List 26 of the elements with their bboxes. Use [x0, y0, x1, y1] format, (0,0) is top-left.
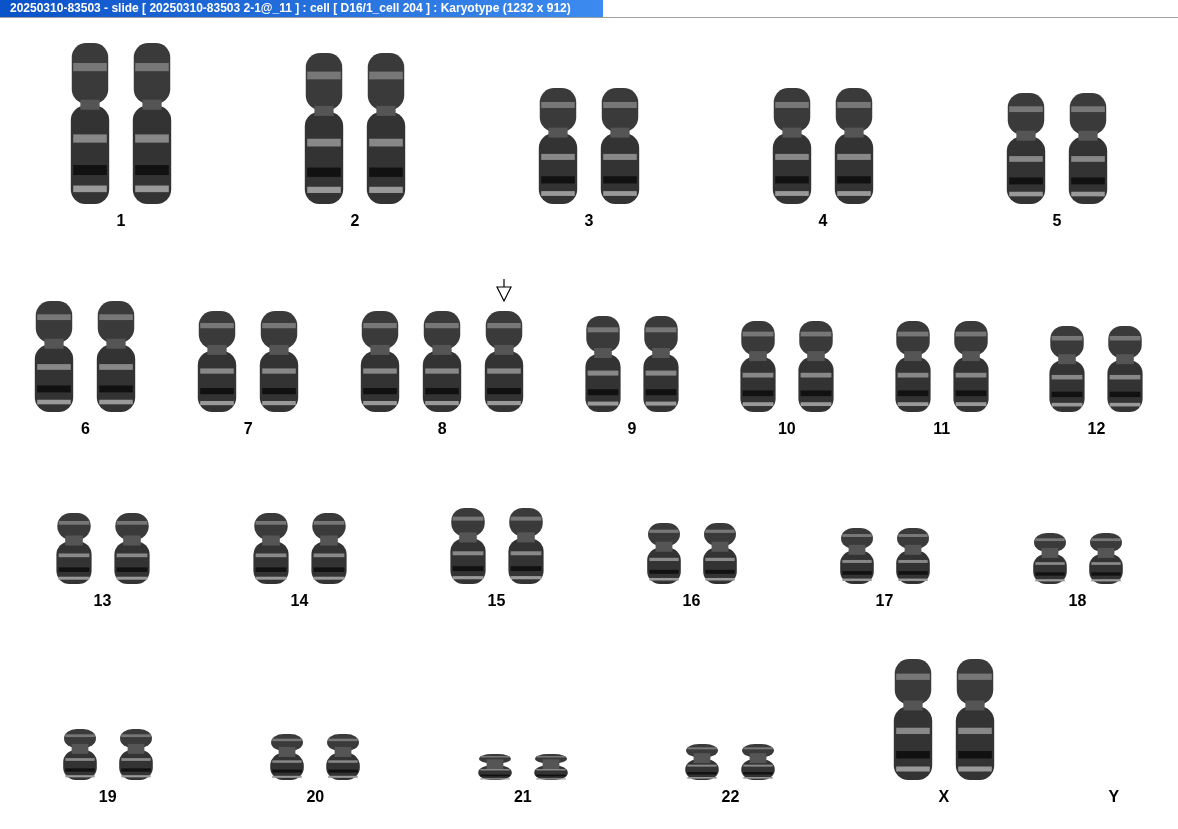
chromosome-label: 13: [93, 592, 112, 610]
chromosome-label: 14: [290, 592, 309, 610]
chromosome-label: 10: [777, 420, 796, 438]
chromosome-label: 16: [682, 592, 701, 610]
chromosome-label: 11: [933, 420, 951, 438]
chromosome-label: 7: [243, 420, 253, 438]
chromosome-label: 1: [116, 212, 126, 230]
window-title: 20250310-83503 - slide [ 20250310-83503 2-1@_11 ] : cell [ D16/1_cell 204 ] : Karyotype (1232 x 912): [0, 0, 603, 17]
chromosome-label: 5: [1052, 212, 1062, 230]
chromosome-label: 18: [1068, 592, 1087, 610]
chromosome-label: 19: [98, 788, 117, 806]
chromosome-label: 6: [80, 420, 90, 438]
chromosome-label: 12: [1087, 420, 1106, 438]
chromosome-label: 4: [818, 212, 828, 230]
chromosome-label: 2: [350, 212, 360, 230]
chromosome-label: 22: [721, 788, 740, 806]
chromosome-label: X: [938, 788, 950, 806]
chromosome-label: 8: [437, 420, 447, 438]
chromosome-label: 9: [627, 420, 637, 438]
chromosome-label: 17: [875, 592, 894, 610]
chromosome-label: 15: [487, 592, 506, 610]
arrow-down-icon: [495, 279, 514, 303]
chromosome-label: 3: [584, 212, 594, 230]
chromosome-label: Y: [1108, 788, 1120, 806]
chromosome-label: 20: [306, 788, 325, 806]
chromosome-label: 21: [513, 788, 532, 806]
